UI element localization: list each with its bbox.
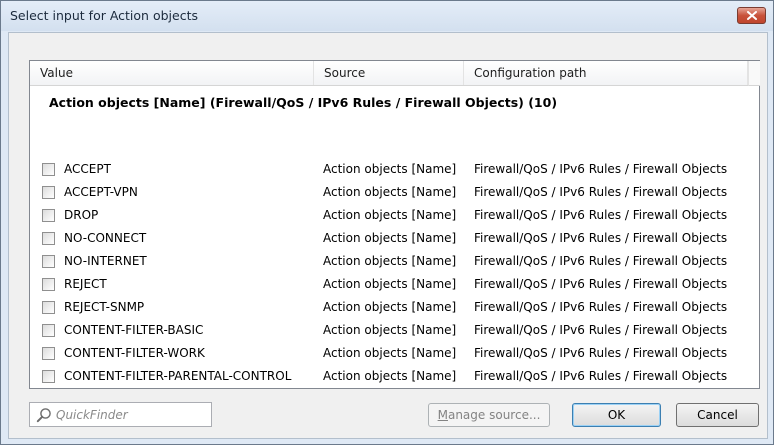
list-item[interactable]: CONTENT-FILTER-BASIC Action objects [Name… bbox=[30, 319, 748, 342]
ok-button[interactable]: OK bbox=[572, 403, 661, 427]
row-source: Action objects [Name] bbox=[323, 208, 457, 222]
manage-source-label: anage source... bbox=[447, 408, 541, 422]
row-source: Action objects [Name] bbox=[323, 254, 457, 268]
row-configuration-path: Firewall/QoS / IPv6 Rules / Firewall Obj… bbox=[474, 369, 728, 383]
row-checkbox[interactable] bbox=[42, 163, 55, 176]
column-header-configuration-path[interactable]: Configuration path bbox=[464, 61, 748, 85]
column-header-source[interactable]: Source bbox=[314, 61, 464, 85]
list-item[interactable]: REJECT Action objects [Name] Firewall/QoS … bbox=[30, 273, 748, 296]
row-source: Action objects [Name] bbox=[323, 323, 457, 337]
row-source: Action objects [Name] bbox=[323, 300, 457, 314]
row-source: Action objects [Name] bbox=[323, 162, 457, 176]
row-configuration-path: Firewall/QoS / IPv6 Rules / Firewall Obj… bbox=[474, 254, 728, 268]
manage-source-button[interactable]: Manage source... bbox=[428, 403, 550, 427]
row-value: CONTENT-FILTER-WORK bbox=[64, 346, 205, 360]
row-configuration-path: Firewall/QoS / IPv6 Rules / Firewall Obj… bbox=[474, 185, 728, 199]
row-configuration-path: Firewall/QoS / IPv6 Rules / Firewall Obj… bbox=[474, 346, 728, 360]
row-source: Action objects [Name] bbox=[323, 185, 457, 199]
row-value: NO-INTERNET bbox=[64, 254, 147, 268]
column-header-filler bbox=[748, 61, 760, 86]
quickfinder-input[interactable]: QuickFinder bbox=[29, 402, 212, 427]
row-configuration-path: Firewall/QoS / IPv6 Rules / Firewall Obj… bbox=[474, 208, 728, 222]
column-header-row: Value Source Configuration path bbox=[30, 61, 748, 86]
row-checkbox[interactable] bbox=[42, 347, 55, 360]
row-configuration-path: Firewall/QoS / IPv6 Rules / Firewall Obj… bbox=[474, 323, 728, 337]
close-icon bbox=[747, 11, 757, 20]
search-icon bbox=[36, 408, 51, 423]
row-checkbox[interactable] bbox=[42, 186, 55, 199]
column-header-value[interactable]: Value bbox=[30, 61, 314, 85]
title-bar[interactable]: Select input for Action objects bbox=[1, 1, 773, 31]
row-value: CONTENT-FILTER-BASIC bbox=[64, 323, 204, 337]
row-value: ACCEPT bbox=[64, 162, 111, 176]
row-configuration-path: Firewall/QoS / IPv6 Rules / Firewall Obj… bbox=[474, 162, 728, 176]
list-item[interactable]: CONTENT-FILTER-WORK Action objects [Name]… bbox=[30, 342, 748, 365]
list-item[interactable]: NO-INTERNET Action objects [Name] Firewall… bbox=[30, 250, 748, 273]
row-value: NO-CONNECT bbox=[64, 231, 147, 245]
row-source: Action objects [Name] bbox=[323, 369, 457, 383]
dialog-window: Select input for Action objects Value So… bbox=[0, 0, 774, 445]
manage-source-accelerator: M bbox=[437, 408, 448, 422]
row-value: REJECT-SNMP bbox=[64, 300, 145, 314]
list-item[interactable]: REJECT-SNMP Action objects [Name] Firewall… bbox=[30, 296, 748, 319]
row-configuration-path: Firewall/QoS / IPv6 Rules / Firewall Obj… bbox=[474, 300, 728, 314]
list-item[interactable]: CONTENT-FILTER-PARENTAL-CONTROL Action ob… bbox=[30, 365, 748, 388]
row-configuration-path: Firewall/QoS / IPv6 Rules / Firewall Obj… bbox=[474, 277, 728, 291]
list-item[interactable]: NO-CONNECT Action objects [Name] Firewall/… bbox=[30, 227, 748, 250]
list-item[interactable]: ACCEPT Action objects [Name] Firewall/QoS … bbox=[30, 158, 748, 181]
row-source: Action objects [Name] bbox=[323, 231, 457, 245]
row-value: ACCEPT-VPN bbox=[64, 185, 138, 199]
row-configuration-path: Firewall/QoS / IPv6 Rules / Firewall Obj… bbox=[474, 231, 728, 245]
row-checkbox[interactable] bbox=[42, 255, 55, 268]
row-checkbox[interactable] bbox=[42, 324, 55, 337]
row-checkbox[interactable] bbox=[42, 209, 55, 222]
row-value: REJECT bbox=[64, 277, 107, 291]
group-header: Action objects [Name] (Firewall/QoS / IP… bbox=[49, 95, 558, 110]
row-checkbox[interactable] bbox=[42, 232, 55, 245]
quickfinder-placeholder: QuickFinder bbox=[56, 408, 128, 422]
row-checkbox[interactable] bbox=[42, 301, 55, 314]
row-value: DROP bbox=[64, 208, 99, 222]
row-source: Action objects [Name] bbox=[323, 346, 457, 360]
list-item[interactable]: ACCEPT-VPN Action objects [Name] Firewall/… bbox=[30, 181, 748, 204]
dialog-body: Value Source Configuration path Action o… bbox=[8, 32, 768, 439]
cancel-button[interactable]: Cancel bbox=[676, 403, 759, 427]
dialog-title: Select input for Action objects bbox=[10, 8, 198, 23]
row-value: CONTENT-FILTER-PARENTAL-CONTROL bbox=[64, 369, 292, 383]
row-source: Action objects [Name] bbox=[323, 277, 457, 291]
list-item[interactable]: DROP Action objects [Name] Firewall/QoS / … bbox=[30, 204, 748, 227]
row-checkbox[interactable] bbox=[42, 370, 55, 383]
row-checkbox[interactable] bbox=[42, 278, 55, 291]
close-button[interactable] bbox=[737, 7, 766, 24]
value-list[interactable]: Value Source Configuration path Action o… bbox=[29, 60, 760, 389]
